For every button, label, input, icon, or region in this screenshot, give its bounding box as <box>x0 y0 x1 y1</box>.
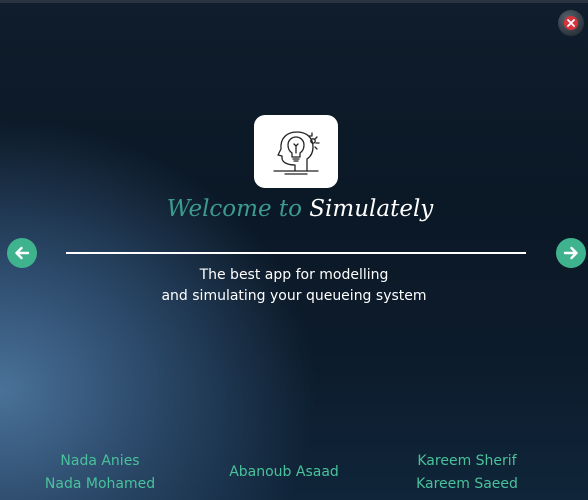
credit-name: Kareem Sherif <box>417 453 517 469</box>
credits-right: Kareem Sherif Kareem Saeed <box>396 450 538 496</box>
close-button[interactable] <box>558 10 584 36</box>
arrow-left-icon <box>15 246 30 260</box>
lightbulb-head-icon <box>273 130 320 175</box>
window-top-border <box>0 0 588 3</box>
tagline-line-1: The best app for modelling <box>199 267 389 283</box>
close-icon <box>564 16 578 30</box>
credits-left: Nada Anies Nada Mohamed <box>30 450 170 496</box>
tagline: The best app for modelling and simulatin… <box>0 265 588 307</box>
tagline-line-2: and simulating your queueing system <box>161 288 427 304</box>
app-logo <box>254 115 338 188</box>
welcome-title: Welcome to Simulately <box>0 196 588 222</box>
divider <box>66 252 526 254</box>
credits-center: Abanoub Asaad <box>200 461 368 484</box>
credit-name: Kareem Saeed <box>416 476 518 492</box>
welcome-text: Welcome to <box>166 196 302 222</box>
app-name: Simulately <box>309 196 434 222</box>
next-button[interactable] <box>556 238 586 268</box>
arrow-right-icon <box>563 246 578 260</box>
back-button[interactable] <box>7 238 37 268</box>
credit-name: Nada Mohamed <box>44 476 156 492</box>
credit-name: Abanoub Asaad <box>229 464 339 480</box>
credit-name: Nada Anies <box>60 453 140 469</box>
